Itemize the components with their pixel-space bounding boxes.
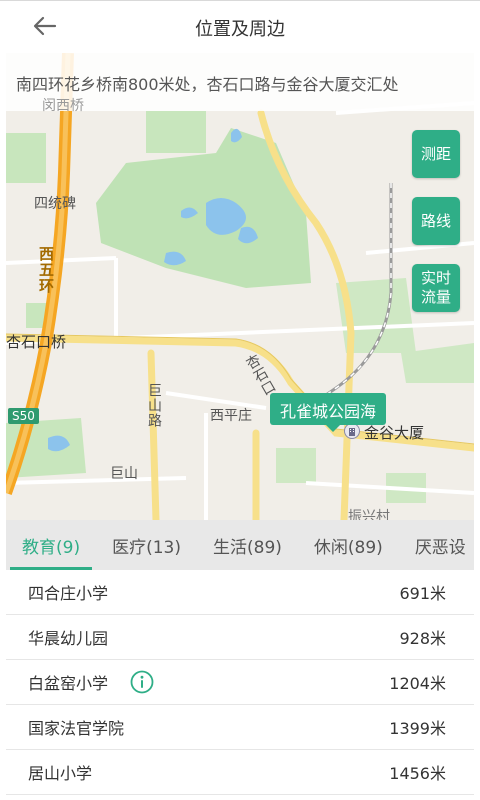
poi-callout[interactable]: 孔雀城公园海 [270,393,387,432]
place-name: 国家法官学院 [28,719,125,738]
map-view[interactable]: 南四环花乡桥南800米处，杏石口路与金谷大厦交汇处 闵西桥 四统碑 西五环 杏石… [6,53,474,520]
list-item[interactable]: 国家法官学院 1399米 [6,705,474,750]
tab-life[interactable]: 生活(89) [197,520,298,570]
place-name: 华晨幼儿园 [28,629,109,648]
place-distance: 1204米 [389,674,446,693]
place-name: 四合庄小学 [28,584,109,603]
place-distance: 1456米 [389,764,446,783]
place-list: 四合庄小学 691米 华晨幼儿园 928米 白盆窑小学 1204米 国家法官学院… [6,570,474,795]
map-label-xipingzhuang: 西平庄 [210,408,252,424]
place-distance: 691米 [399,584,446,603]
map-label-jushan: 巨山 [110,466,138,482]
route-button[interactable]: 路线 [412,197,460,245]
map-label-west-5th-ring: 西五环 [37,246,55,294]
list-item[interactable]: 四合庄小学 691米 [6,570,474,615]
building-icon [344,423,360,439]
header: 位置及周边 [0,0,480,52]
tab-nuisance[interactable]: 厌恶设 [399,520,474,570]
park-area [146,111,206,153]
measure-distance-button[interactable]: 测距 [412,130,460,178]
place-distance: 928米 [399,629,446,648]
place-name: 居山小学 [28,764,93,783]
category-tabs: 教育(9) 医疗(13) 生活(89) 休闲(89) 厌恶设 [6,520,474,570]
tab-leisure[interactable]: 休闲(89) [298,520,399,570]
place-name: 白盆窑小学 [28,674,109,693]
park-area [276,448,316,483]
map-label-zhenxingcun: 振兴村 [348,509,390,520]
park-area [6,133,46,183]
address-text: 南四环花乡桥南800米处，杏石口路与金谷大厦交汇处 [16,75,399,94]
realtime-traffic-button[interactable]: 实时流量 [412,264,460,312]
map-label-minxi-bridge: 闵西桥 [42,98,84,114]
tab-medical[interactable]: 医疗(13) [96,520,197,570]
map-label-jingu-tower: 金谷大厦 [364,424,425,442]
list-item[interactable]: 白盆窑小学 1204米 [6,660,474,705]
map-label-jushan-road: 巨山路 [146,383,162,428]
list-item[interactable]: 华晨幼儿园 928米 [6,615,474,660]
page-title: 位置及周边 [195,19,285,40]
map-base [6,53,474,520]
place-distance: 1399米 [389,719,446,738]
tab-education[interactable]: 教育(9) [6,520,96,570]
map-label-sitong-bei: 四统碑 [34,196,76,212]
info-icon[interactable] [130,670,154,694]
s50-road-shield: S50 [8,408,39,424]
map-label-xingshikou-bridge: 杏石口桥 [6,333,67,351]
list-item[interactable]: 居山小学 1456米 [6,750,474,795]
